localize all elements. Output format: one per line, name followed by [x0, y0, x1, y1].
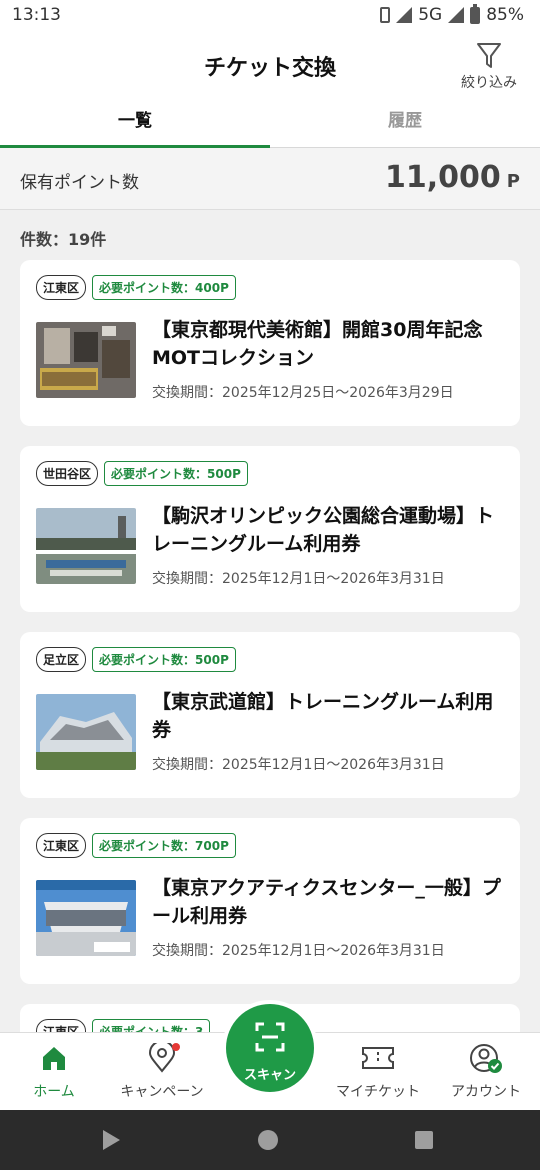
points-tag: 必要ポイント数：500P — [104, 461, 248, 486]
signal-icon-2 — [448, 7, 465, 23]
nav-campaign[interactable]: キャンペーン — [108, 1040, 216, 1101]
nav-campaign-label: キャンペーン — [120, 1084, 204, 1100]
back-icon[interactable] — [103, 1130, 120, 1150]
network-label: 5G — [418, 5, 443, 25]
points-label: 保有ポイント数 — [20, 173, 139, 193]
home-circle-icon[interactable] — [258, 1130, 278, 1150]
ticket-card[interactable]: 江東区 必要ポイント数：400P 【東京都現代美術館】開館30周年記念MOTコレ… — [20, 260, 520, 426]
location-pin-icon — [148, 1040, 180, 1073]
status-time: 13:13 — [12, 5, 61, 25]
points-tag: 必要ポイント数：500P — [92, 647, 236, 672]
area-tag: 足立区 — [36, 647, 87, 672]
points-value: 11,000 P — [385, 160, 520, 195]
status-icons: 5G 85% — [380, 3, 524, 25]
exchange-period: 交換期間：2025年12月1日〜2026年3月31日 — [152, 943, 445, 959]
notification-dot — [172, 1043, 180, 1051]
ticket-title: 【東京都現代美術館】開館30周年記念MOTコレクション — [152, 319, 483, 369]
exchange-period: 交換期間：2025年12月1日〜2026年3月31日 — [152, 757, 445, 773]
nav-home[interactable]: ホーム — [0, 1043, 108, 1101]
exchange-period: 交換期間：2025年12月25日〜2026年3月29日 — [152, 385, 454, 401]
status-bar: 13:13 5G 85% — [0, 0, 540, 30]
area-tag: 江東区 — [36, 275, 87, 300]
ticket-card[interactable]: 世田谷区 必要ポイント数：500P 【駒沢オリンピック公園総合運動場】トレーニン… — [20, 446, 520, 612]
recents-icon[interactable] — [415, 1131, 433, 1149]
battery-level: 85% — [486, 5, 524, 25]
home-icon — [43, 1047, 65, 1070]
vibrate-icon — [380, 7, 391, 23]
ticket-thumbnail — [36, 322, 136, 398]
card-tags: 足立区 必要ポイント数：500P — [36, 647, 236, 672]
ticket-card[interactable]: 江東区 必要ポイント数：700P 【東京アクアティクスセンター_一般】プール利用… — [20, 818, 520, 984]
ticket-title: 【東京武道館】トレーニングルーム利用券 — [152, 691, 494, 741]
battery-icon — [470, 3, 481, 24]
ticket-thumbnail — [36, 508, 136, 584]
card-tags: 江東区 必要ポイント数：700P — [36, 833, 236, 858]
ticket-card[interactable]: 足立区 必要ポイント数：500P 【東京武道館】トレーニングルーム利用券 交換期… — [20, 632, 520, 798]
scan-label: スキャン — [243, 1068, 296, 1083]
nav-my-ticket[interactable]: マイチケット — [324, 1043, 432, 1101]
nav-home-label: ホーム — [33, 1084, 75, 1100]
filter-label: 絞り込み — [461, 75, 517, 91]
nav-account-label: アカウント — [451, 1084, 521, 1100]
scan-button-face: スキャン — [226, 1004, 314, 1092]
system-navigation-bar — [0, 1110, 540, 1170]
exchange-period: 交換期間：2025年12月1日〜2026年3月31日 — [152, 571, 445, 587]
points-summary: 保有ポイント数 11,000 P — [0, 148, 540, 210]
ticket-icon — [362, 1047, 394, 1069]
app-header: チケット交換 絞り込み — [0, 30, 540, 100]
filter-button[interactable]: 絞り込み — [456, 42, 522, 92]
points-tag: 必要ポイント数：400P — [92, 275, 236, 300]
ticket-title: 【東京アクアティクスセンター_一般】プール利用券 — [152, 877, 501, 927]
ticket-thumbnail — [36, 694, 136, 770]
area-tag: 江東区 — [36, 833, 87, 858]
scan-frame-icon — [255, 1022, 285, 1052]
card-tags: 江東区 必要ポイント数：400P — [36, 275, 236, 300]
area-tag: 世田谷区 — [36, 461, 99, 486]
tab-history[interactable]: 履歴 — [270, 100, 540, 147]
ticket-title: 【駒沢オリンピック公園総合運動場】トレーニングルーム利用券 — [152, 505, 495, 555]
signal-icon — [396, 7, 413, 23]
ticket-thumbnail — [36, 880, 136, 956]
nav-my-ticket-label: マイチケット — [336, 1084, 420, 1100]
result-count: 件数：19件 — [20, 230, 107, 249]
tab-bar: 一覧 履歴 — [0, 100, 540, 148]
points-tag: 必要ポイント数：700P — [92, 833, 236, 858]
tab-list[interactable]: 一覧 — [0, 100, 270, 148]
scan-button[interactable]: スキャン — [222, 1000, 318, 1096]
points-unit: P — [506, 171, 520, 192]
filter-icon — [477, 43, 501, 68]
card-tags: 世田谷区 必要ポイント数：500P — [36, 461, 248, 486]
account-icon — [470, 1044, 502, 1073]
points-number: 11,000 — [385, 160, 501, 195]
nav-account[interactable]: アカウント — [432, 1043, 540, 1101]
